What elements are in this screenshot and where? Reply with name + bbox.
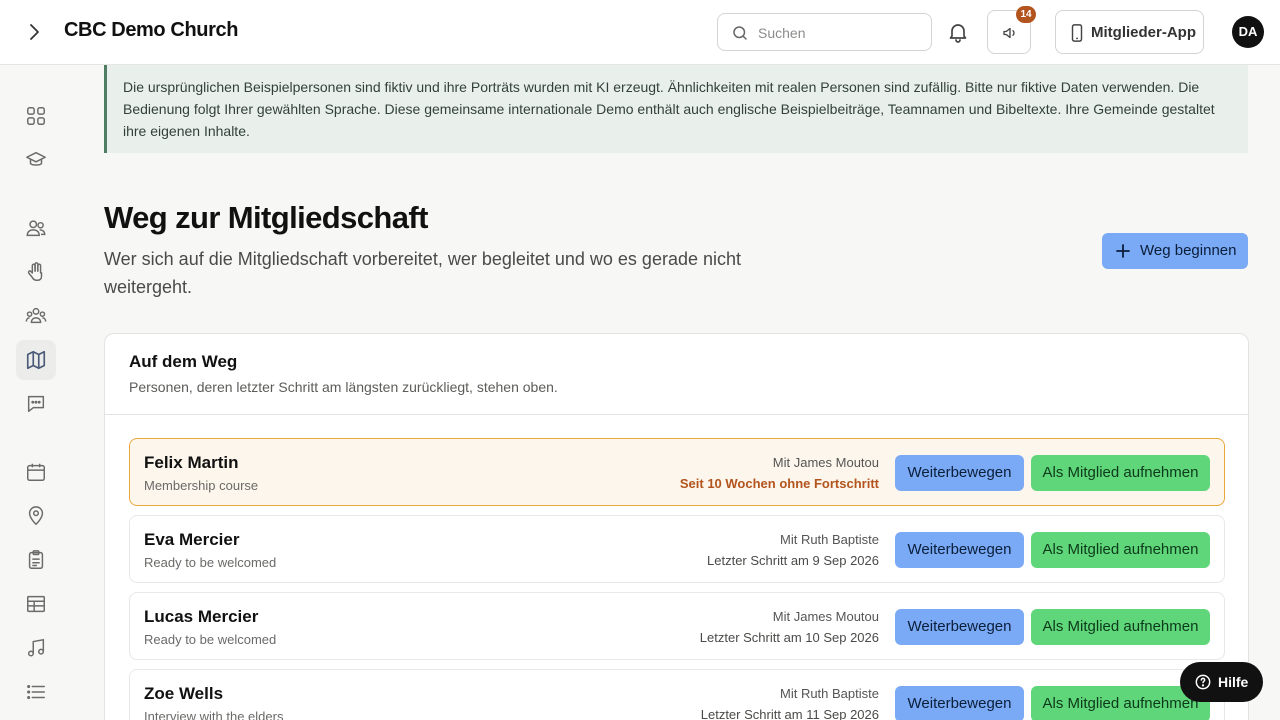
nav-locations[interactable]	[16, 496, 56, 536]
person-name[interactable]: Eva Mercier	[144, 530, 239, 550]
card-title: Auf dem Weg	[129, 352, 238, 371]
admit-member-button[interactable]: Als Mitglied aufnehmen	[1031, 609, 1210, 645]
calendar-icon	[27, 463, 45, 481]
nav-forms[interactable]	[16, 540, 56, 580]
person-row[interactable]: Eva Mercier Ready to be welcomed Mit Rut…	[129, 515, 1225, 583]
megaphone-icon	[1003, 27, 1015, 39]
map-icon	[26, 350, 46, 370]
person-name[interactable]: Felix Martin	[144, 453, 238, 473]
person-step: Membership course	[144, 478, 259, 493]
list-icon	[27, 684, 45, 700]
clipboard-icon	[28, 550, 44, 569]
divider	[105, 414, 1248, 415]
nav-lists[interactable]	[16, 672, 56, 712]
nav-people[interactable]	[16, 208, 56, 248]
plus-icon	[1116, 244, 1130, 258]
person-step: Ready to be welcomed	[144, 632, 277, 647]
phone-icon	[1071, 24, 1083, 42]
page-title: Weg zur Mitgliedschaft	[104, 200, 428, 235]
last-step-status: Letzter Schritt am 9 Sep 2026	[707, 553, 879, 568]
nav-groups[interactable]	[16, 296, 56, 336]
bell-icon[interactable]	[946, 20, 970, 44]
nav-dashboard[interactable]	[16, 96, 56, 136]
person-name[interactable]: Zoe Wells	[144, 684, 223, 704]
mentor-label: Mit Ruth Baptiste	[780, 686, 879, 701]
people-icon	[26, 220, 46, 237]
help-label: Hilfe	[1218, 674, 1249, 690]
person-step: Interview with the elders	[144, 709, 284, 720]
help-button[interactable]: Hilfe	[1180, 662, 1263, 702]
grid-icon	[27, 107, 45, 125]
member-app-button[interactable]: Mitglieder-App	[1055, 10, 1204, 54]
person-name[interactable]: Lucas Mercier	[144, 607, 258, 627]
person-row[interactable]: Zoe Wells Interview with the elders Mit …	[129, 669, 1225, 720]
table-icon	[27, 595, 45, 613]
search-input[interactable]	[758, 22, 918, 44]
user-avatar[interactable]: DA	[1232, 16, 1264, 48]
admit-member-button[interactable]: Als Mitglied aufnehmen	[1031, 455, 1210, 491]
last-step-status: Letzter Schritt am 11 Sep 2026	[700, 707, 879, 720]
nav-tables[interactable]	[16, 584, 56, 624]
move-forward-button[interactable]: Weiterbewegen	[895, 609, 1024, 645]
on-the-way-card: Auf dem Weg Personen, deren letzter Schr…	[104, 333, 1249, 720]
nav-calendar[interactable]	[16, 452, 56, 492]
demo-notice: Die ursprünglichen Beispielpersonen sind…	[104, 65, 1248, 153]
nav-messages[interactable]	[16, 384, 56, 424]
last-step-status: Letzter Schritt am 10 Sep 2026	[699, 630, 879, 645]
move-forward-button[interactable]: Weiterbewegen	[895, 455, 1024, 491]
admit-member-button[interactable]: Als Mitglied aufnehmen	[1031, 532, 1210, 568]
search-box[interactable]	[717, 13, 932, 51]
person-step: Ready to be welcomed	[144, 555, 277, 570]
sidebar	[0, 65, 72, 720]
chevron-right-icon[interactable]	[22, 20, 46, 44]
page-subtitle: Wer sich auf die Mitgliedschaft vorberei…	[104, 249, 742, 297]
mentor-label: Mit Ruth Baptiste	[780, 532, 879, 547]
location-pin-icon	[28, 506, 44, 526]
music-note-icon	[27, 638, 45, 657]
start-path-label: Weg beginnen	[1140, 242, 1237, 259]
nav-music[interactable]	[16, 628, 56, 668]
move-forward-button[interactable]: Weiterbewegen	[895, 532, 1024, 568]
nav-membership-path[interactable]	[16, 340, 56, 380]
nav-training[interactable]	[16, 140, 56, 180]
move-forward-button[interactable]: Weiterbewegen	[895, 686, 1024, 720]
announcement-count-badge: 14	[1016, 6, 1036, 23]
nav-care[interactable]	[16, 252, 56, 292]
mentor-label: Mit James Moutou	[772, 455, 879, 470]
mentor-label: Mit James Moutou	[772, 609, 879, 624]
graduation-cap-icon	[26, 151, 46, 166]
brand-name[interactable]: CBC Demo Church	[64, 19, 238, 42]
question-circle-icon	[1195, 674, 1211, 690]
top-bar: CBC Demo Church 14 Mitglieder-App DA	[0, 0, 1280, 65]
card-subtitle: Personen, deren letzter Schritt am längs…	[129, 379, 558, 395]
start-path-button[interactable]: Weg beginnen	[1102, 233, 1248, 269]
person-row[interactable]: Felix Martin Membership course Mit James…	[129, 438, 1225, 506]
groups-icon	[25, 307, 47, 324]
search-icon	[733, 26, 747, 40]
stale-status: Seit 10 Wochen ohne Fortschritt	[679, 476, 879, 491]
member-app-label: Mitglieder-App	[1091, 24, 1196, 41]
hand-icon	[27, 262, 43, 281]
chat-icon	[27, 395, 45, 413]
person-row[interactable]: Lucas Mercier Ready to be welcomed Mit J…	[129, 592, 1225, 660]
